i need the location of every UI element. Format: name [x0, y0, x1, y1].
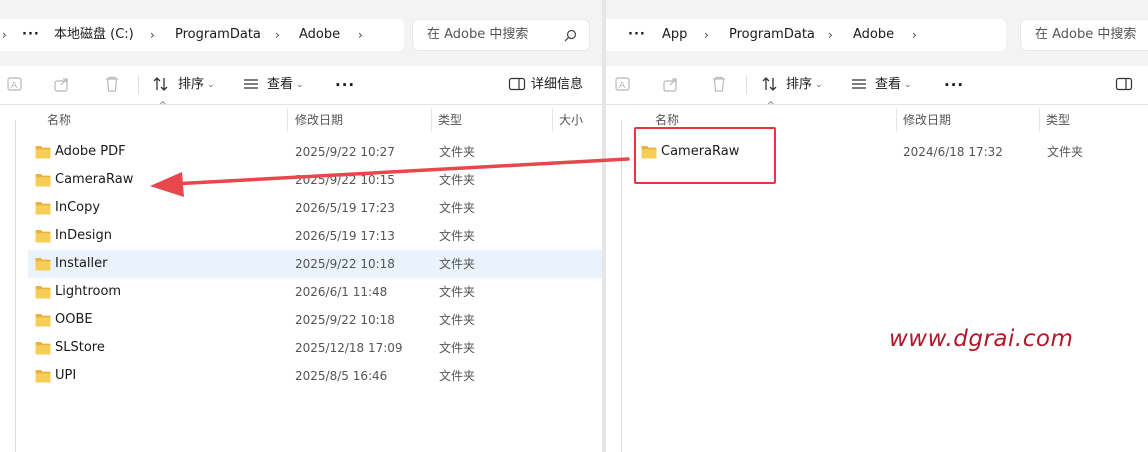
arrow-head-icon	[150, 172, 184, 197]
annotation-arrow	[150, 157, 630, 197]
watermark: www.dgrai.com	[889, 326, 1074, 352]
arrow-shaft	[170, 157, 630, 186]
